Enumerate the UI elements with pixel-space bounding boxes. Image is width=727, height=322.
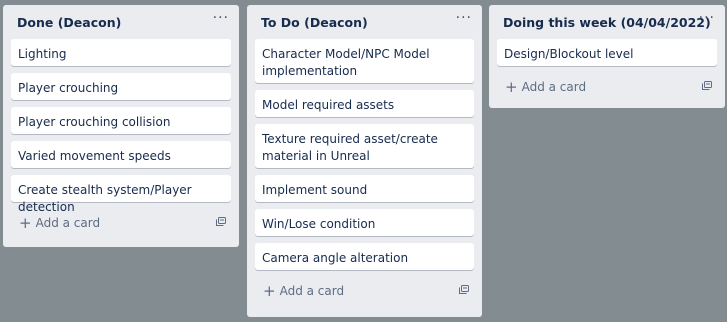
list-footer: + Add a card — [247, 277, 482, 307]
add-card-button[interactable]: + Add a card — [19, 214, 100, 232]
card[interactable]: Model required assets — [255, 90, 474, 117]
plus-icon: + — [263, 282, 276, 300]
card[interactable]: Design/Blockout level — [497, 39, 717, 66]
add-card-label: Add a card — [35, 216, 101, 230]
card-template-icon[interactable] — [702, 81, 712, 90]
list-header[interactable]: Doing this week (04/04/2022) ··· — [489, 5, 725, 39]
card-list: Character Model/NPC Model implementation… — [247, 39, 482, 270]
list-header[interactable]: Done (Deacon) ··· — [3, 5, 239, 39]
list-todo: To Do (Deacon) ··· Character Model/NPC M… — [247, 5, 482, 317]
list-header[interactable]: To Do (Deacon) ··· — [247, 5, 482, 39]
add-card-button[interactable]: + Add a card — [263, 282, 344, 300]
more-horizontal-icon[interactable]: ··· — [213, 10, 229, 26]
more-horizontal-icon[interactable]: ··· — [456, 10, 472, 26]
plus-icon: + — [505, 78, 518, 96]
card[interactable]: Lighting — [11, 39, 231, 66]
list-title[interactable]: Done (Deacon) — [17, 15, 121, 30]
list-title[interactable]: To Do (Deacon) — [261, 15, 368, 30]
card[interactable]: Win/Lose condition — [255, 209, 474, 236]
list-done: Done (Deacon) ··· Lighting Player crouch… — [3, 5, 239, 247]
card[interactable]: Varied movement speeds — [11, 141, 231, 168]
card[interactable]: Texture required asset/create material i… — [255, 124, 474, 168]
card[interactable]: Player crouching — [11, 73, 231, 100]
card[interactable]: Implement sound — [255, 175, 474, 202]
more-horizontal-icon[interactable]: ··· — [699, 10, 715, 26]
add-card-label: Add a card — [521, 80, 587, 94]
card-list: Lighting Player crouching Player crouchi… — [3, 39, 239, 214]
list-title[interactable]: Doing this week (04/04/2022) — [503, 15, 711, 30]
plus-icon: + — [19, 214, 32, 232]
card-template-icon[interactable] — [459, 285, 469, 294]
card[interactable]: Camera angle alteration — [255, 243, 474, 270]
card[interactable]: Player crouching collision — [11, 107, 231, 134]
card[interactable]: Create stealth system/Player detection — [11, 175, 231, 214]
list-footer: + Add a card — [489, 73, 725, 103]
list-footer: + Add a card — [3, 209, 239, 239]
add-card-button[interactable]: + Add a card — [505, 78, 586, 96]
card[interactable]: Character Model/NPC Model implementation — [255, 39, 474, 83]
card-list: Design/Blockout level — [489, 39, 725, 66]
add-card-label: Add a card — [279, 284, 345, 298]
card-template-icon[interactable] — [216, 217, 226, 226]
list-doing-this-week: Doing this week (04/04/2022) ··· Design/… — [489, 5, 725, 108]
